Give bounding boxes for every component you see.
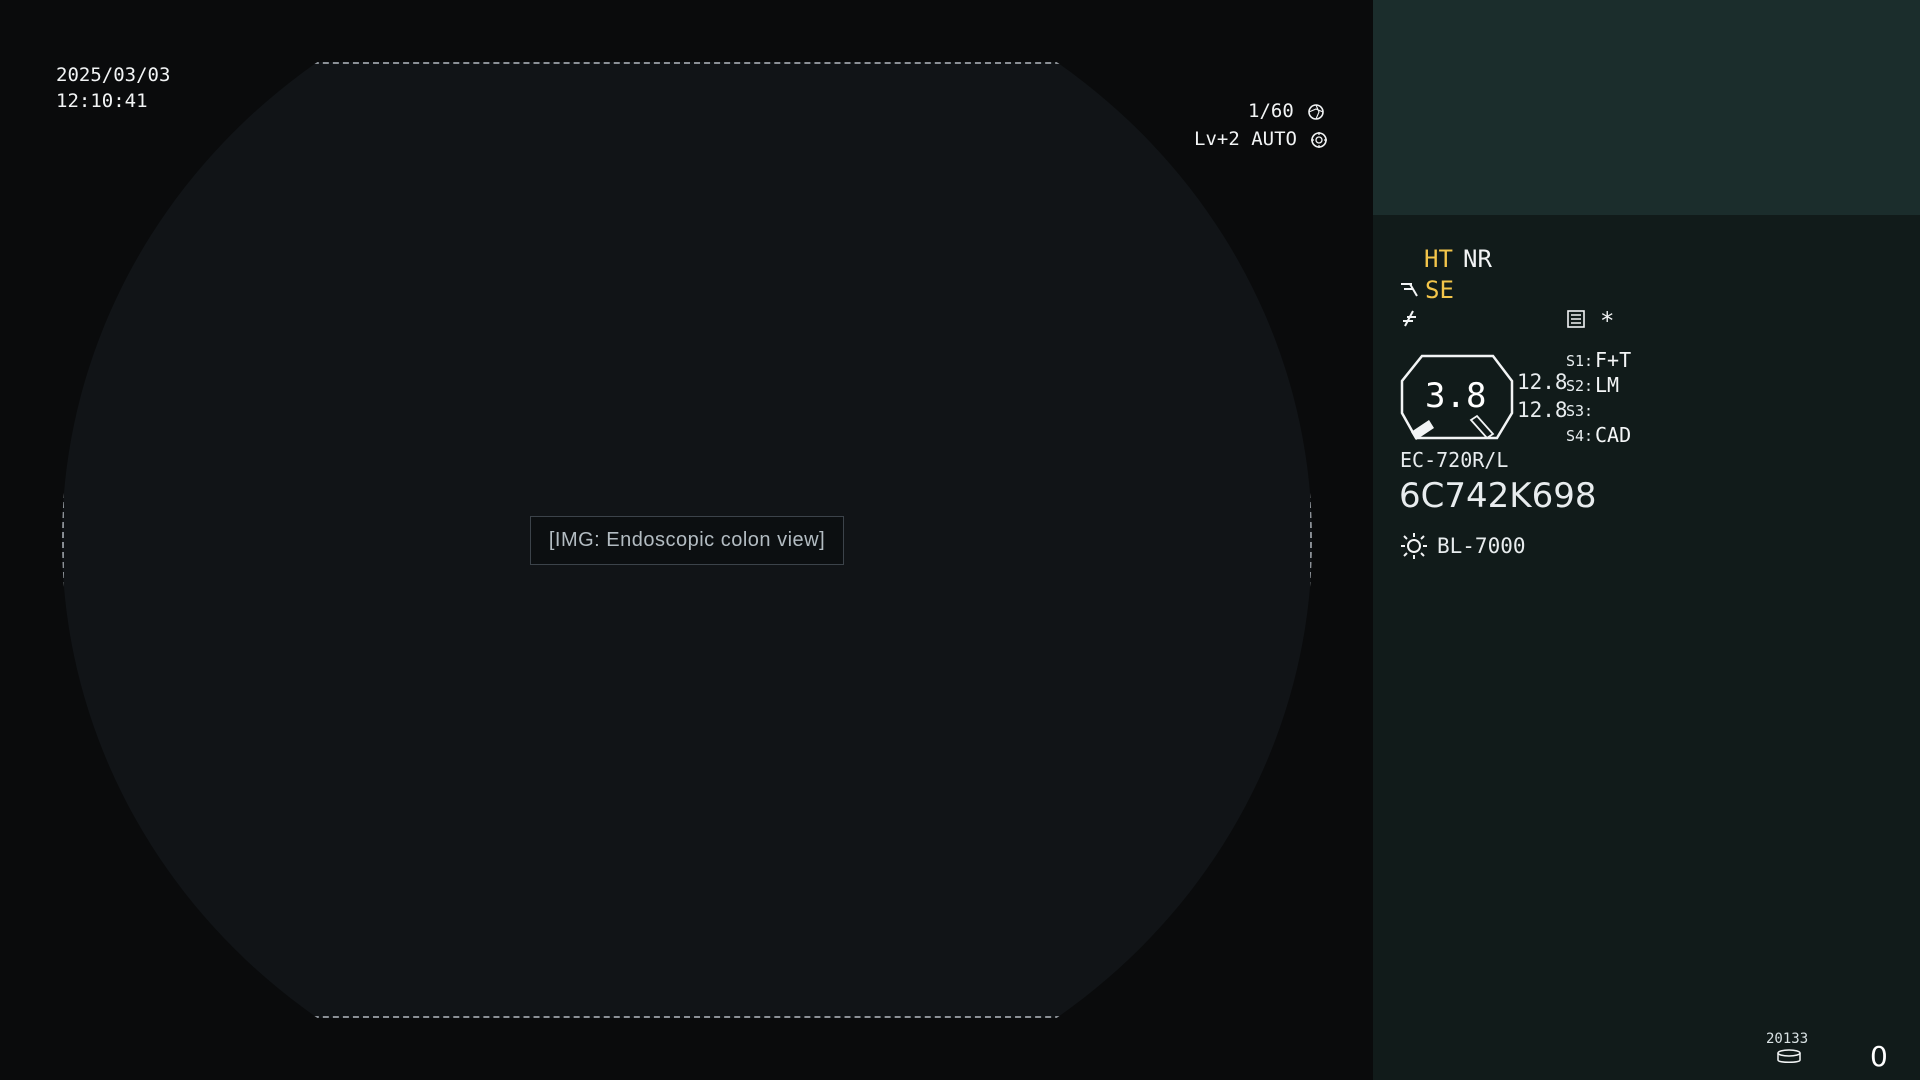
shutter-icon	[1308, 104, 1325, 120]
gauge-value: 3.8	[1425, 376, 1487, 416]
list-icon	[1567, 310, 1585, 328]
se-label: SE	[1425, 276, 1454, 304]
f-icon	[1403, 310, 1416, 327]
shutter-speed: 1/60	[1248, 98, 1325, 124]
serial-number: 6C742K698	[1399, 476, 1597, 516]
level-auto-value: Lv+2 AUTO	[1194, 128, 1297, 150]
auto-icon	[1311, 132, 1328, 148]
disk-icon	[1777, 1049, 1801, 1063]
shutter-speed-value: 1/60	[1248, 100, 1294, 122]
sun-icon	[1401, 533, 1427, 559]
switch-4-label: S4:	[1566, 427, 1594, 445]
switch-2-label: S2:	[1566, 377, 1594, 395]
nr-label: NR	[1463, 245, 1492, 273]
scope-model: EC-720R/L	[1400, 448, 1509, 472]
hook-icon	[1401, 283, 1418, 297]
secondary-value-1: 12.8	[1517, 370, 1568, 394]
light-source: BL-7000	[1437, 534, 1526, 558]
switch-1-value: F+T	[1595, 348, 1632, 372]
switch-4-value: CAD	[1595, 423, 1632, 447]
switch-1-label: S1:	[1566, 352, 1594, 370]
switch-3-label: S3:	[1566, 402, 1594, 420]
endoscopic-view-placeholder: [IMG: Endoscopic colon view]	[62, 62, 1312, 1018]
footer-code: 20133	[1766, 1031, 1809, 1047]
panel-top-area	[1373, 0, 1920, 215]
time-text: 12:10:41	[56, 90, 148, 112]
endoscope-image-area: [IMG: Endoscopic colon view] 2025/03/03 …	[0, 0, 1373, 1080]
date-text: 2025/03/03	[56, 64, 171, 86]
switch-2-value: LM	[1595, 373, 1620, 397]
ht-label: HT	[1424, 245, 1453, 273]
endoscopic-view-placeholder-label: [IMG: Endoscopic colon view]	[529, 515, 845, 565]
star-symbol: *	[1600, 307, 1615, 335]
image-counter: 0	[1870, 1040, 1888, 1073]
secondary-value-2: 12.8	[1517, 398, 1568, 422]
level-auto: Lv+2 AUTO	[1194, 126, 1328, 152]
settings-panel: HT NR SE * 3.8 12.8 12.8 S1: F+T S2: LM …	[1373, 0, 1920, 1080]
